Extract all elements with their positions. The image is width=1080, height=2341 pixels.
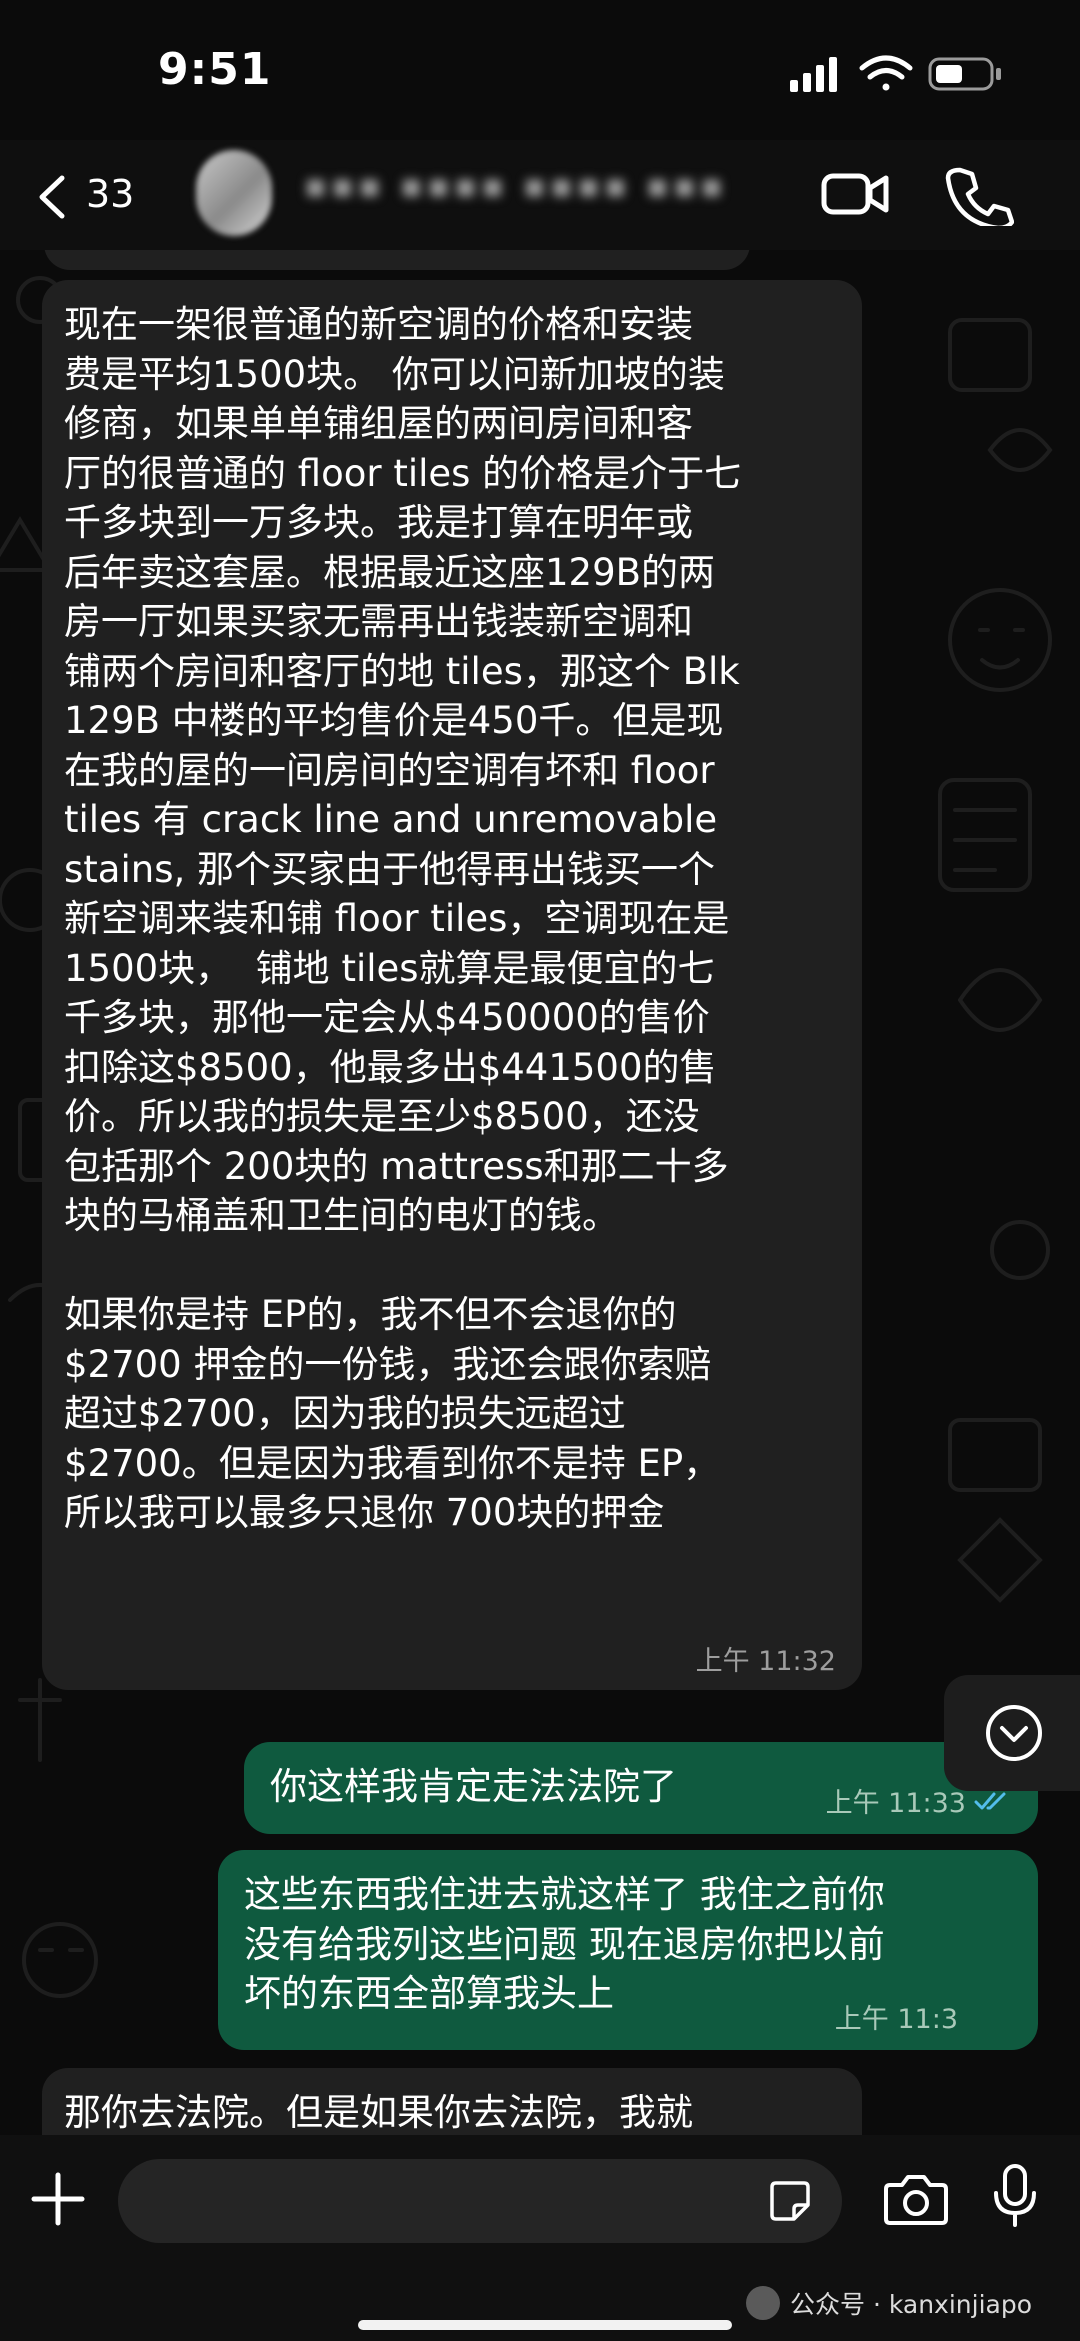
watermark-text: 公众号 · kanxinjiapo [790,2290,1033,2319]
phone-icon[interactable] [944,162,1014,226]
message-list[interactable]: 现在一架很普通的新空调的价格和安装 费是平均1500块。 你可以问新加坡的装 修… [0,250,1080,2135]
battery-icon [928,57,1001,91]
incoming-message[interactable]: 现在一架很普通的新空调的价格和安装 费是平均1500块。 你可以问新加坡的装 修… [42,280,862,1690]
back-chevron-icon [39,175,65,219]
message-text: 那你去法院。但是如果你去法院，我就 [64,2091,693,2134]
message-meta: 上午 11:3 [835,1997,958,2036]
status-time: 9:51 [158,44,272,95]
cellular-signal-icon [790,57,837,92]
watermark: 公众号 · kanxinjiapo [746,2285,1032,2321]
back-button[interactable]: 33 [26,162,146,232]
contact-avatar[interactable] [196,150,272,236]
status-icons [790,55,1001,92]
contact-name[interactable]: ▪▪▪ ▪▪▪▪ ▪▪▪▪ ▪▪▪ [304,166,727,206]
sticker-icon[interactable] [768,2179,812,2223]
previous-message-bubble [44,250,750,270]
status-bar: 9:51 [0,0,1080,140]
camera-icon[interactable] [884,2171,948,2227]
wifi-icon [859,55,913,91]
chat-header: 33 ▪▪▪ ▪▪▪▪ ▪▪▪▪ ▪▪▪ [0,140,1080,250]
unread-count: 33 [86,172,135,216]
scroll-to-bottom-button[interactable] [944,1675,1080,1791]
outgoing-message[interactable]: 你这样我肯定走法法院了 上午 11:33 [244,1742,1038,1834]
wechat-logo-icon [746,2286,780,2320]
message-time: 上午 11:3 [834,2004,958,2035]
message-input[interactable] [118,2159,842,2243]
home-indicator [358,2320,732,2330]
microphone-icon[interactable] [992,2163,1038,2229]
outgoing-message[interactable]: 这些东西我住进去就这样了 我住之前你 没有给我列这些问题 现在退房你把以前 坏的… [218,1850,1038,2050]
scroll-down-icon [986,1705,1042,1761]
incoming-message[interactable]: 那你去法院。但是如果你去法院，我就 [42,2068,862,2135]
read-receipt-icon [974,1792,1006,1809]
message-time: 上午 11:32 [695,1646,836,1677]
message-text: 现在一架很普通的新空调的价格和安装 费是平均1500块。 你可以问新加坡的装 修… [64,303,742,1534]
plus-icon[interactable] [28,2169,88,2229]
message-composer: 公众号 · kanxinjiapo [0,2135,1080,2341]
video-call-icon[interactable] [820,162,890,226]
